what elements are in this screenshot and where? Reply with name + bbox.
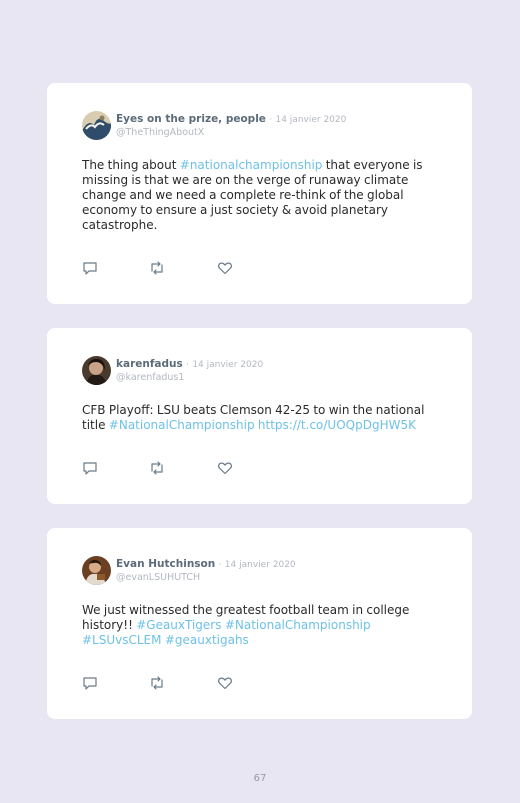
tweet-date[interactable]: 14 janvier 2020 bbox=[275, 115, 346, 125]
author-handle[interactable]: @evanLSUHUTCH bbox=[116, 572, 462, 584]
tweet-actions bbox=[82, 260, 252, 276]
tweet-text: The thing about #nationalchampionship th… bbox=[82, 158, 442, 233]
author-handle[interactable]: @TheThingAboutX bbox=[116, 127, 462, 139]
hashtag-link[interactable]: #geauxtigahs bbox=[165, 633, 249, 647]
hashtag-link[interactable]: #nationalchampionship bbox=[180, 158, 323, 172]
reply-icon[interactable] bbox=[82, 675, 98, 691]
hashtag-link[interactable]: #NationalChampionship bbox=[225, 618, 371, 632]
tweet-date[interactable]: 14 janvier 2020 bbox=[225, 560, 296, 570]
separator: · bbox=[218, 560, 222, 570]
heart-icon[interactable] bbox=[217, 675, 233, 691]
hashtag-link[interactable]: #NationalChampionship bbox=[109, 418, 255, 432]
hashtag-link[interactable]: #GeauxTigers bbox=[136, 618, 221, 632]
author-name[interactable]: Evan Hutchinson bbox=[116, 558, 215, 570]
author-name[interactable]: Eyes on the prize, people bbox=[116, 113, 266, 125]
heart-icon[interactable] bbox=[217, 460, 233, 476]
tweet-date[interactable]: 14 janvier 2020 bbox=[192, 360, 263, 370]
tweet-text: We just witnessed the greatest football … bbox=[82, 603, 442, 648]
tweet-text: CFB Playoff: LSU beats Clemson 42-25 to … bbox=[82, 403, 442, 433]
tweet-text-segment: The thing about bbox=[82, 158, 180, 172]
tweet-actions bbox=[82, 675, 252, 691]
reply-icon[interactable] bbox=[82, 460, 98, 476]
separator: · bbox=[186, 360, 189, 370]
avatar[interactable] bbox=[82, 111, 111, 140]
avatar[interactable] bbox=[82, 556, 111, 585]
tweet-card: Eyes on the prize, people · 14 janvier 2… bbox=[47, 83, 472, 304]
tweet-actions bbox=[82, 460, 252, 476]
tweet-card: Evan Hutchinson · 14 janvier 2020 @evanL… bbox=[47, 528, 472, 719]
separator: · bbox=[269, 115, 273, 125]
avatar[interactable] bbox=[82, 356, 111, 385]
tweet-header: Eyes on the prize, people · 14 janvier 2… bbox=[116, 113, 462, 139]
tweet-header: karenfadus · 14 janvier 2020 @karenfadus… bbox=[116, 358, 462, 384]
author-name[interactable]: karenfadus bbox=[116, 358, 183, 370]
page-number: 67 bbox=[253, 773, 267, 784]
tweet-header: Evan Hutchinson · 14 janvier 2020 @evanL… bbox=[116, 558, 462, 584]
retweet-icon[interactable] bbox=[149, 460, 165, 476]
retweet-icon[interactable] bbox=[149, 675, 165, 691]
tweet-card: karenfadus · 14 janvier 2020 @karenfadus… bbox=[47, 328, 472, 504]
reply-icon[interactable] bbox=[82, 260, 98, 276]
author-handle[interactable]: @karenfadus1 bbox=[116, 372, 462, 384]
retweet-icon[interactable] bbox=[149, 260, 165, 276]
heart-icon[interactable] bbox=[217, 260, 233, 276]
url-link[interactable]: https://t.co/UOQpDgHW5K bbox=[258, 418, 416, 432]
hashtag-link[interactable]: #LSUvsCLEM bbox=[82, 633, 162, 647]
